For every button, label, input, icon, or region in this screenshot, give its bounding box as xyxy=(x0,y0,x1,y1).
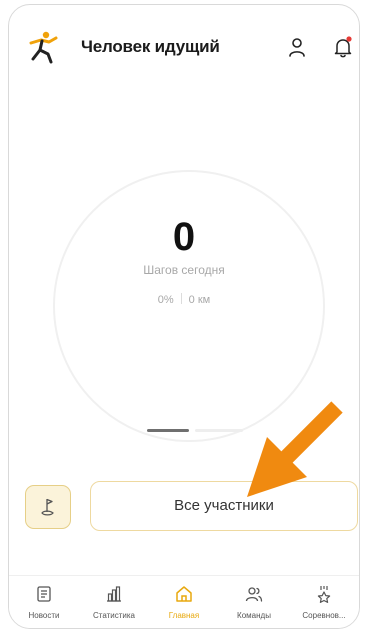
steps-stats: 0% 0 км xyxy=(9,293,359,306)
competitions-icon xyxy=(317,586,331,603)
pager-dot[interactable] xyxy=(195,429,243,432)
news-icon xyxy=(37,586,51,602)
user-icon[interactable] xyxy=(285,35,309,59)
bottom-navigation: Новости Статистика Главная Команды Сорев… xyxy=(9,575,359,628)
nav-label-competitions: Соревнов... xyxy=(302,611,346,620)
pager-dot-active[interactable] xyxy=(147,429,189,432)
flag-button[interactable] xyxy=(25,485,71,529)
nav-item-stats[interactable]: Статистика xyxy=(79,576,149,628)
nav-item-competitions[interactable]: Соревнов... xyxy=(289,576,359,628)
nav-label-news: Новости xyxy=(28,611,60,620)
nav-label-home: Главная xyxy=(168,611,200,620)
running-man-logo-icon xyxy=(29,31,58,64)
nav-label-stats: Статистика xyxy=(92,611,135,620)
stats-icon xyxy=(107,586,121,602)
nav-item-news[interactable]: Новости xyxy=(9,576,79,628)
notification-dot xyxy=(346,36,352,42)
bell-icon[interactable] xyxy=(331,35,355,59)
flag-icon xyxy=(41,498,54,516)
app-title: Человек идущий xyxy=(81,37,220,56)
app-header: Человек идущий xyxy=(9,5,359,85)
nav-item-home[interactable]: Главная xyxy=(149,576,219,628)
teams-icon xyxy=(245,587,263,602)
steps-percent: 0% xyxy=(157,294,174,306)
phone-screen: Человек идущий 0 Шагов сегодня 0% 0 км Вс… xyxy=(8,4,360,629)
steps-count: 0 xyxy=(172,215,196,259)
annotation-arrow-icon xyxy=(247,401,343,497)
stats-divider xyxy=(180,293,182,304)
nav-label-teams: Команды xyxy=(237,611,271,620)
steps-label: Шагов сегодня xyxy=(143,263,225,277)
home-icon xyxy=(176,586,192,602)
carousel-pager xyxy=(147,429,247,432)
steps-distance: 0 км xyxy=(188,294,211,306)
nav-item-teams[interactable]: Команды xyxy=(219,576,289,628)
